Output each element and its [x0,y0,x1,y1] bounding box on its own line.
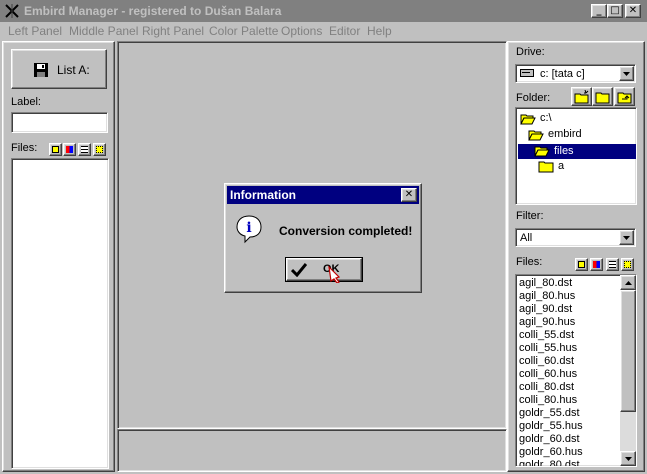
file-item[interactable]: goldr_60.hus [519,446,583,459]
menu-bar: Left Panel Middle Panel Right Panel Colo… [0,22,647,40]
info-icon: i [236,215,262,244]
folder-item-embird[interactable]: embird [528,128,628,142]
file-item[interactable]: goldr_55.dst [519,407,580,420]
file-item[interactable]: colli_60.hus [519,368,577,381]
arrow-down-icon [625,457,632,461]
list-a-button[interactable]: List A: [11,49,107,89]
dialog-close-button[interactable]: ✕ [401,188,417,202]
filter-value: All [520,232,533,244]
folder-up-icon [617,92,632,104]
dialog-titlebar[interactable]: Information ✕ [227,186,419,204]
drive-dropdown-button[interactable] [619,66,634,81]
files-scrollbar[interactable] [620,275,636,466]
arrow-up-icon [625,281,632,285]
files-caption-right: Files: [516,256,543,268]
window-titlebar[interactable]: Embird Manager - registered to Dušan Bal… [0,0,647,22]
open-folder-icon [534,146,550,157]
view-colors-button-right[interactable] [590,258,603,271]
view-list-button-left[interactable] [78,143,91,156]
drive-icon [520,69,534,77]
menu-help[interactable]: Help [367,24,392,38]
scroll-up-button[interactable] [620,275,636,290]
file-item[interactable]: colli_55.hus [519,342,577,355]
view-icons-button-right[interactable] [575,258,588,271]
file-item[interactable]: goldr_80.dst [519,459,580,466]
drive-caption: Drive: [516,46,545,58]
folder-label-files: files [554,145,574,157]
open-folder-icon [528,130,544,141]
file-item[interactable]: agil_80.hus [519,290,575,303]
file-item[interactable]: colli_60.dst [519,355,574,368]
files-list-left[interactable] [11,158,109,469]
menu-right-panel[interactable]: Right Panel [142,24,204,38]
folder-icon [538,161,554,173]
chevron-down-icon [623,72,630,76]
parent-folder-button[interactable] [614,87,635,106]
file-item[interactable]: agil_90.dst [519,303,572,316]
filter-dropdown-button[interactable] [619,230,634,245]
label-input[interactable] [11,112,108,133]
files-list-right[interactable]: agil_80.dst agil_80.hus agil_90.dst agil… [515,274,637,467]
folder-caption: Folder: [516,92,551,104]
minimize-button[interactable]: _ [591,4,607,18]
file-item[interactable]: colli_80.dst [519,381,574,394]
chevron-down-icon [623,236,630,240]
view-details-button-left[interactable] [93,143,106,156]
filter-select[interactable]: All [515,228,636,247]
menu-options[interactable]: Options [281,24,322,38]
view-list-button-right[interactable] [606,258,619,271]
open-folder-icon [520,114,536,125]
folder-label-a: a [558,160,565,172]
dialog-title: Information [230,188,296,202]
drive-value: c: [tata c] [540,68,585,80]
folder-item-root[interactable]: c:\ [520,112,630,126]
embird-app-icon[interactable] [4,3,20,19]
filter-caption: Filter: [516,210,544,222]
new-folder-button[interactable] [571,87,592,106]
folder-item-files-selected[interactable]: files [518,144,636,159]
file-item[interactable]: goldr_55.hus [519,420,583,433]
menu-editor[interactable]: Editor [329,24,360,38]
file-item[interactable]: colli_80.hus [519,394,577,407]
menu-middle-panel[interactable]: Middle Panel [69,24,138,38]
window-title: Embird Manager - registered to Dušan Bal… [24,4,282,18]
file-item[interactable]: goldr_60.dst [519,433,580,446]
maximize-button[interactable]: □ [607,4,623,18]
scroll-thumb[interactable] [620,290,636,412]
checkmark-icon [291,263,307,277]
open-folder-button[interactable] [592,87,613,106]
drive-select[interactable]: c: [tata c] [515,64,636,83]
hand-cursor-icon [328,265,341,283]
floppy-disk-icon [34,63,48,77]
folder-tree[interactable]: c:\ embird files a [515,107,637,205]
file-item[interactable]: agil_90.hus [519,316,575,329]
files-caption-left: Files: [11,142,38,154]
folder-label-root: c:\ [540,112,552,124]
information-dialog: Information ✕ i Conversion completed! OK [224,183,422,293]
file-item[interactable]: agil_80.dst [519,277,572,290]
new-folder-icon [574,90,589,104]
menu-color-palette[interactable]: Color Palette [209,24,278,38]
folder-icon [595,92,610,104]
view-colors-button-left[interactable] [63,143,76,156]
menu-left-panel[interactable]: Left Panel [8,24,62,38]
folder-label-embird: embird [548,128,582,140]
ok-button[interactable]: OK [285,257,363,283]
dialog-message: Conversion completed! [279,224,413,238]
scroll-down-button[interactable] [620,451,636,466]
folder-item-a[interactable]: a [538,160,628,174]
middle-panel-status [117,429,507,472]
view-details-button-right[interactable] [621,258,634,271]
file-item[interactable]: colli_55.dst [519,329,574,342]
right-panel: Drive: c: [tata c] Folder: c:\ embird fi… [507,41,645,472]
label-caption: Label: [11,96,41,108]
left-panel: List A: Label: Files: [2,41,115,472]
list-a-label: List A: [57,63,90,77]
close-button[interactable]: ✕ [625,4,641,18]
info-glyph: i [246,220,251,236]
view-icons-button-left[interactable] [49,143,62,156]
